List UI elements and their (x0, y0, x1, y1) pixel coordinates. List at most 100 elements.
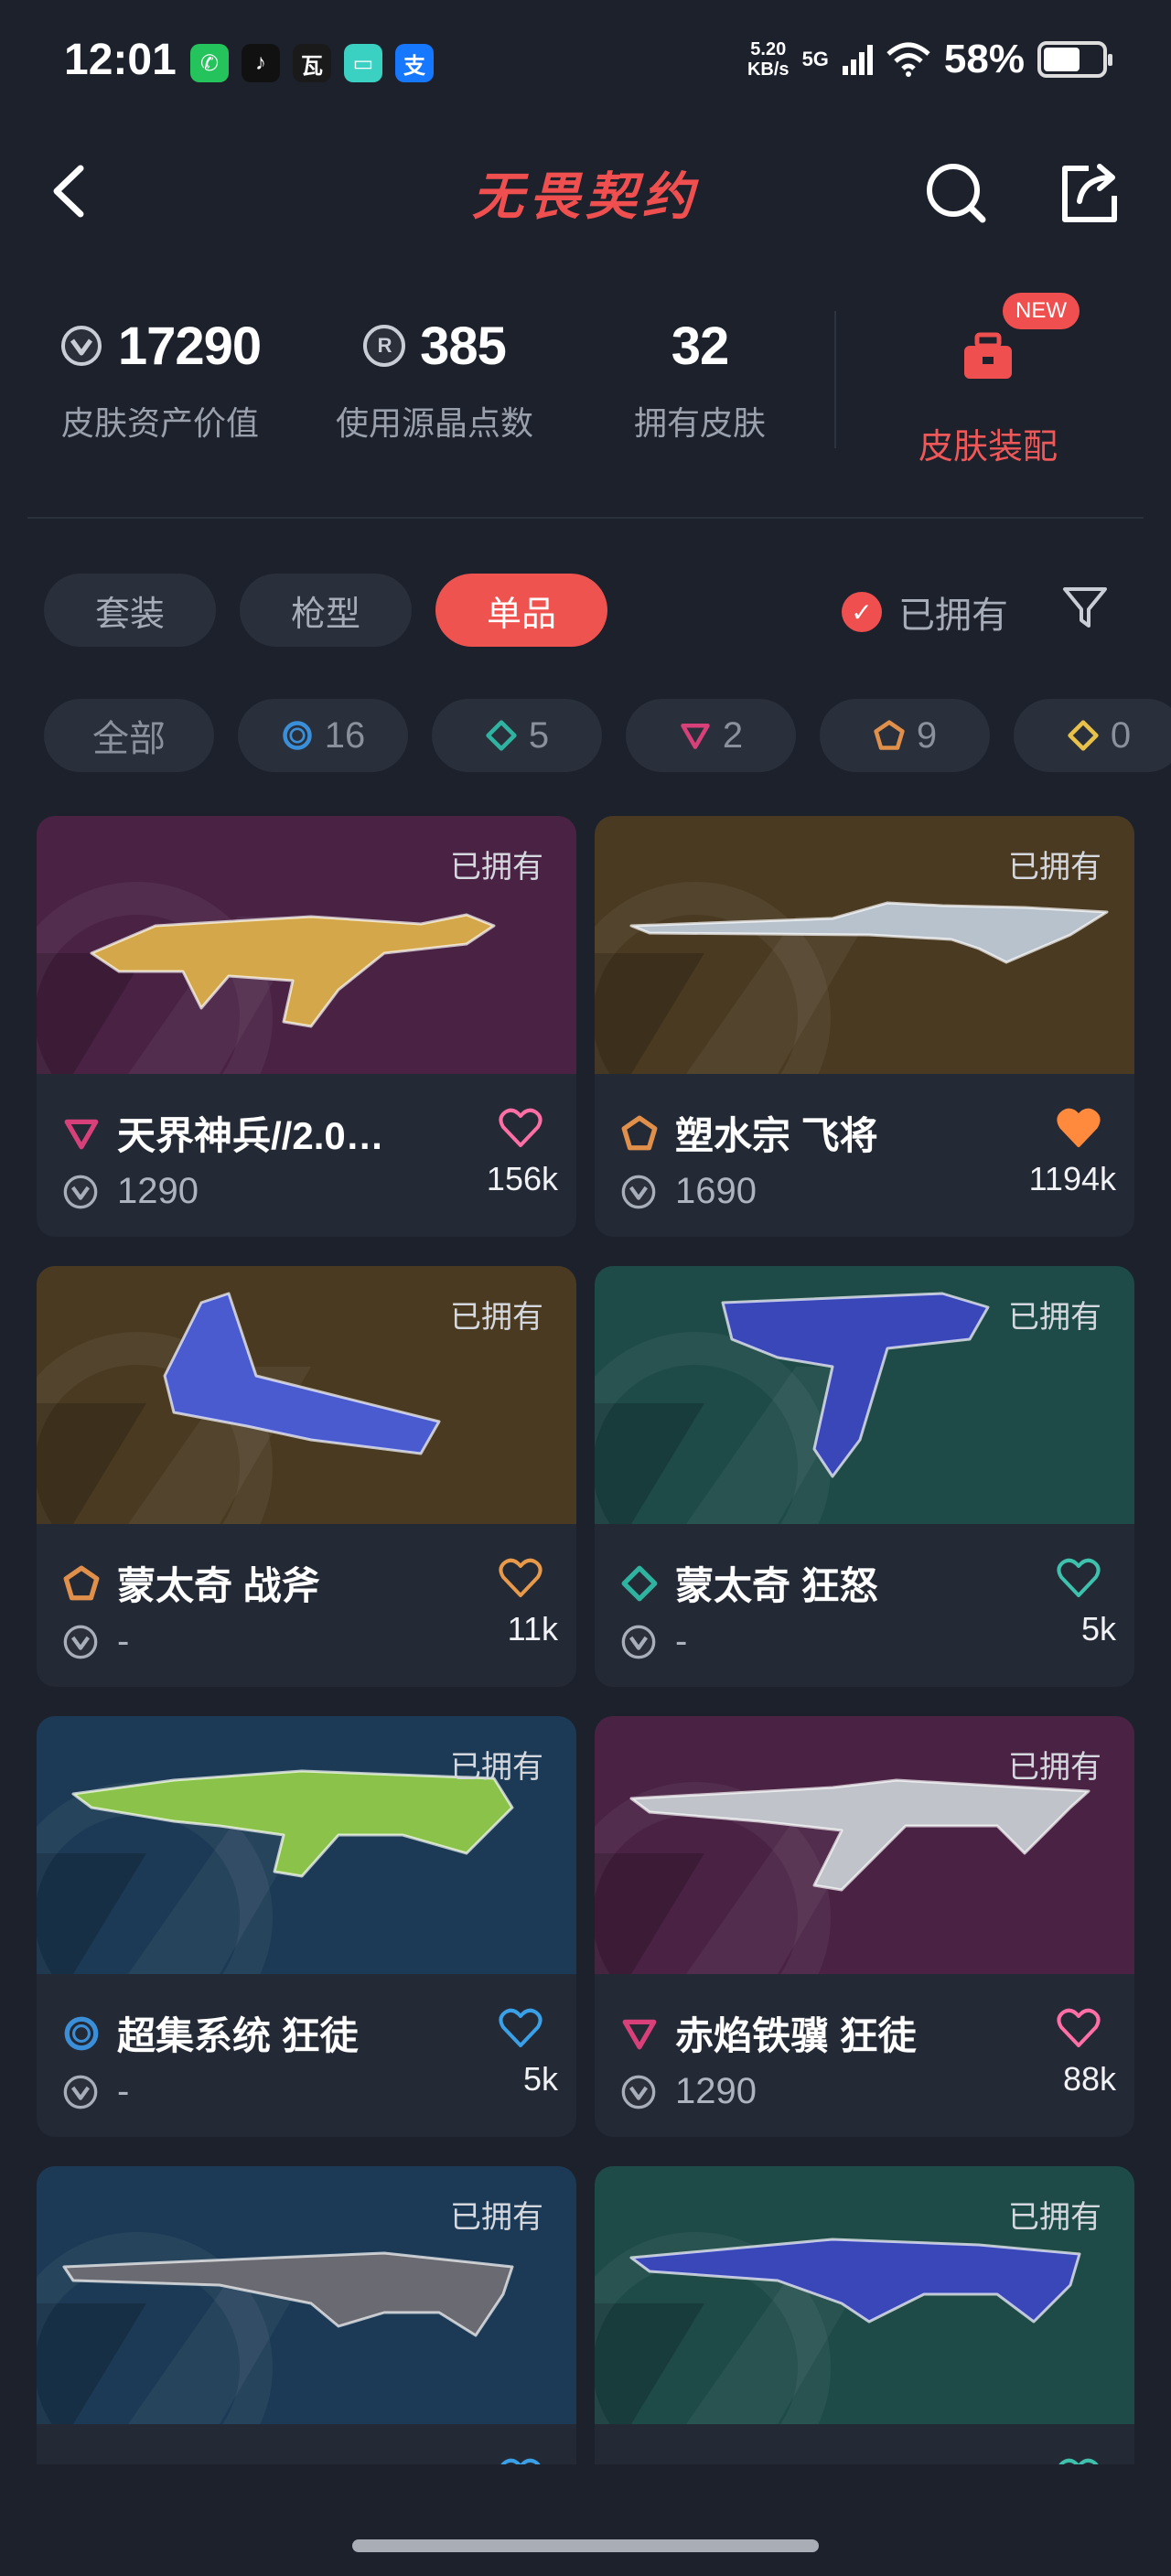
search-icon[interactable] (920, 157, 994, 231)
rarity-pentagon-icon (874, 720, 905, 750)
tab-1[interactable]: 枪型 (240, 574, 413, 647)
skin-card[interactable]: 已拥有 蒙太奇 战斧 - 11k (37, 1266, 576, 1687)
new-badge: NEW (1003, 293, 1080, 329)
rarity-filter-chips: 全部 16 5 2 9 0 (44, 699, 1171, 776)
skin-name: 天界神兵//2.0… (117, 1114, 384, 1157)
rarity-chip-4[interactable]: 9 (820, 699, 990, 772)
rarity-chip-0[interactable]: 全部 (44, 699, 214, 772)
status-indicators: 5.20 KB/s 5G 58% (747, 37, 1112, 82)
skin-price: 1290 (675, 2071, 757, 2111)
heart-icon[interactable] (498, 1107, 543, 1149)
owned-label: 已拥有 (1008, 1300, 1101, 1335)
skin-card[interactable]: 已拥有 超集系统 狂徒 - 5k (37, 1716, 576, 2137)
net-speed: 5.20 KB/s (747, 39, 790, 80)
skin-name-row: 风暴之子 冥驹 (62, 2455, 359, 2464)
skin-name-row: 蒙太奇 狂怒 (620, 1555, 878, 1611)
heart-icon[interactable] (498, 1557, 543, 1599)
net-speed-unit: KB/s (747, 59, 790, 80)
skin-card[interactable]: 已拥有 蒙太奇 狂怒 - 5k (595, 1266, 1134, 1687)
rarity-chip-text: 全部 (92, 719, 166, 759)
rarity-pentagon-icon (63, 1565, 100, 1600)
owned-label: 已拥有 (450, 2200, 543, 2235)
price-row: 1290 (620, 2071, 757, 2112)
heart-icon[interactable] (498, 2007, 543, 2049)
skin-loadout-button[interactable]: NEW 皮肤装配 (878, 293, 1098, 468)
red-app-icon: 瓦 (293, 44, 331, 82)
signal-bars-icon (842, 45, 873, 75)
skin-name-row: 赤焰铁骥 狂徒 (620, 2005, 917, 2061)
rarity-triangle-icon (622, 2019, 657, 2049)
rarity-chip-1[interactable]: 16 (238, 699, 408, 772)
rarity-chip-5[interactable]: 0 (1014, 699, 1171, 772)
valorant-points-icon (63, 2075, 98, 2109)
skin-grid: 已拥有 天界神兵//2.0… 1290 156k 已拥有 塑水宗 飞将 1690 1194k 已… (37, 816, 1134, 2464)
clock: 12:01 (64, 36, 177, 84)
heart-icon[interactable] (498, 2457, 543, 2464)
radianite-icon: R (363, 325, 406, 367)
owned-filter-label: 已拥有 (898, 596, 1008, 636)
tiktok-app-icon: ♪ (242, 44, 280, 82)
share-icon[interactable] (1052, 157, 1125, 231)
skin-price: - (117, 1621, 130, 1661)
owned-label: 已拥有 (1008, 2200, 1101, 2235)
heart-icon[interactable] (1056, 1107, 1101, 1149)
owned-label: 已拥有 (450, 850, 543, 885)
heart-icon[interactable] (1056, 2457, 1101, 2464)
like-count: 156k (486, 1160, 558, 1197)
rarity-diamond-icon (486, 720, 517, 751)
battery-icon (1037, 41, 1112, 78)
rarity-circle-icon (62, 2464, 101, 2465)
valorant-points-icon (621, 2075, 656, 2109)
skin-card[interactable]: 已拥有蒙太奇 战神 (595, 2166, 1134, 2464)
skin-card[interactable]: 已拥有天界神兵//2.0… 1290 156k (37, 816, 576, 1237)
category-tabs: 套装 枪型 单品 (44, 574, 608, 647)
status-bar: 12:01 ✆ ♪ 瓦 ▭ 支 5.20 KB/s 5G 58% (0, 0, 1171, 128)
radianite-label: 使用源晶点数 (335, 404, 533, 442)
briefcase-icon (964, 332, 1012, 379)
valorant-points-icon (621, 1175, 656, 1208)
skin-card[interactable]: 已拥有 塑水宗 飞将 1690 1194k (595, 816, 1134, 1237)
checkmark-icon: ✓ (842, 592, 882, 632)
skin-name: 超集系统 狂徒 (117, 2014, 359, 2057)
skin-name-row: 塑水宗 飞将 (620, 1105, 878, 1161)
radianite-stat: R 385 使用源晶点数 (311, 309, 558, 445)
skin-price: - (675, 1621, 688, 1661)
rarity-chip-3[interactable]: 2 (626, 699, 796, 772)
valorant-points-icon (63, 1175, 98, 1208)
asset-value-stat: 17290 皮肤资产价值 (37, 309, 284, 445)
net-speed-value: 5.20 (750, 39, 787, 59)
rarity-diamond-icon (621, 1565, 658, 1601)
rarity-triangle-icon (64, 1119, 99, 1149)
price-row: 1290 (62, 1171, 199, 1212)
rarity-chip-2[interactable]: 5 (432, 699, 602, 772)
tab-2[interactable]: 单品 (435, 574, 608, 647)
stats-panel: 17290 皮肤资产价值 R 385 使用源晶点数 32 拥有皮肤 NEW 皮肤… (0, 293, 1171, 467)
filter-icon[interactable] (1061, 584, 1109, 631)
skin-name-row: 天界神兵//2.0… (62, 1105, 384, 1161)
skin-name: 蒙太奇 狂怒 (675, 1564, 878, 1607)
skin-card[interactable]: 已拥有 赤焰铁骥 狂徒 1290 88k (595, 1716, 1134, 2137)
price-row: - (620, 1621, 687, 1662)
skin-card[interactable]: 已拥有风暴之子 冥驹 (37, 2166, 576, 2464)
skin-name: 塑水宗 飞将 (675, 1114, 878, 1157)
section-divider (27, 517, 1144, 519)
owned-filter-toggle[interactable]: ✓ 已拥有 (842, 585, 1008, 639)
home-indicator[interactable] (352, 2539, 819, 2552)
heart-icon[interactable] (1056, 2007, 1101, 2049)
network-type: 5G (801, 48, 829, 70)
skin-name: 赤焰铁骥 狂徒 (675, 2014, 917, 2057)
skin-name: 风暴之子 冥驹 (117, 2455, 359, 2464)
price-row: 1690 (620, 1171, 757, 1212)
skin-price: 1690 (675, 1171, 757, 1211)
rarity-diamond-sq-icon (1068, 720, 1099, 751)
rarity-circle-icon (283, 721, 312, 750)
tab-0[interactable]: 套装 (44, 574, 217, 647)
chat-app-icon: ▭ (344, 44, 382, 82)
heart-icon[interactable] (1056, 1557, 1101, 1599)
skin-price: - (117, 2071, 130, 2111)
like-count: 1194k (1028, 1160, 1116, 1197)
rarity-pentagon-icon (621, 1115, 658, 1150)
owned-label: 已拥有 (450, 1750, 543, 1785)
wifi-icon (886, 42, 930, 77)
rarity-diamond-icon (620, 2464, 659, 2465)
